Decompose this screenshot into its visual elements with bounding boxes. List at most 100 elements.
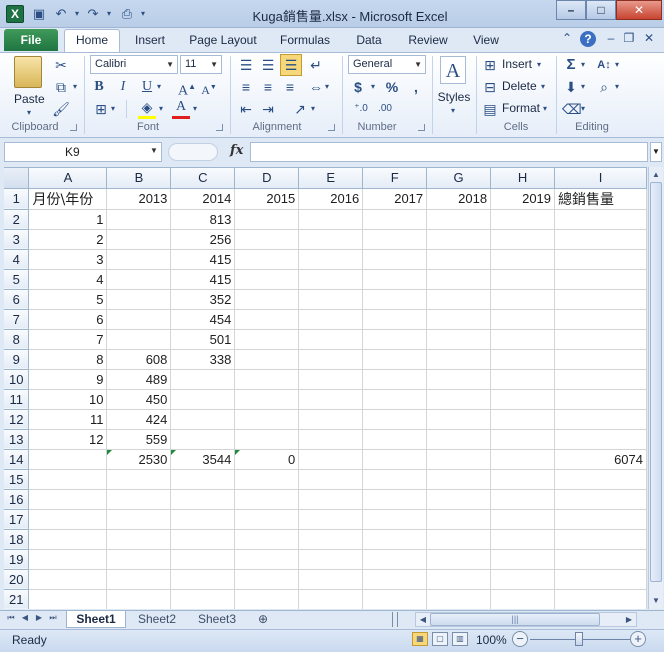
orientation-icon[interactable]: ↗ (290, 100, 310, 118)
cell[interactable] (298, 489, 364, 510)
delete-dropdown-icon[interactable]: ▾ (538, 78, 548, 96)
cell[interactable]: 4 (28, 269, 108, 290)
cell[interactable] (490, 469, 556, 490)
cell[interactable] (554, 249, 647, 270)
zoom-out-icon[interactable]: − (512, 631, 528, 647)
cell[interactable]: 813 (170, 209, 236, 230)
increase-indent-icon[interactable]: ⇥ (258, 100, 278, 118)
row-header[interactable]: 15 (4, 469, 30, 490)
cell[interactable] (234, 549, 300, 570)
cell[interactable] (554, 429, 647, 450)
cell[interactable] (298, 529, 364, 550)
font-color-dropdown-icon[interactable]: ▾ (190, 100, 200, 118)
cell[interactable] (298, 589, 364, 609)
row-header[interactable]: 16 (4, 489, 30, 510)
cell[interactable] (234, 249, 300, 270)
cell[interactable] (170, 429, 236, 450)
find-select-icon[interactable]: ⌕ (594, 78, 614, 96)
cell[interactable] (106, 589, 172, 609)
cell[interactable] (426, 369, 492, 390)
cell[interactable] (426, 309, 492, 330)
currency-icon[interactable]: $ (350, 78, 366, 96)
cell[interactable]: 1 (28, 209, 108, 230)
sheet-tab-sheet3[interactable]: Sheet3 (188, 611, 246, 628)
insert-function-icon[interactable]: fx (230, 143, 243, 158)
cell[interactable]: 2014 (170, 188, 236, 210)
cell[interactable]: 2017 (362, 188, 428, 210)
cell[interactable] (490, 229, 556, 250)
column-header[interactable]: H (490, 168, 556, 189)
close-button[interactable]: ✕ (616, 0, 662, 20)
row-header[interactable]: 1 (4, 188, 30, 210)
row-header[interactable]: 17 (4, 509, 30, 530)
align-top-icon[interactable]: ☰ (236, 56, 256, 74)
cell[interactable] (426, 469, 492, 490)
cell[interactable] (490, 529, 556, 550)
find-select-dropdown-icon[interactable]: ▾ (612, 78, 622, 96)
cell[interactable] (426, 349, 492, 370)
paste-icon[interactable] (14, 56, 42, 88)
fill-dropdown-icon[interactable]: ▾ (578, 78, 588, 96)
cell[interactable] (426, 449, 492, 470)
formula-input[interactable] (250, 142, 648, 162)
cell[interactable] (106, 549, 172, 570)
cell[interactable] (106, 269, 172, 290)
cell[interactable] (170, 589, 236, 609)
cell[interactable] (298, 389, 364, 410)
cell[interactable] (362, 389, 428, 410)
align-middle-icon[interactable]: ☰ (258, 56, 278, 74)
cell[interactable]: 2 (28, 229, 108, 250)
increase-decimal-icon[interactable]: ⁺.0 (350, 100, 372, 118)
row-header[interactable]: 11 (4, 389, 30, 410)
scroll-up-icon[interactable]: ▲ (649, 168, 663, 182)
cell[interactable]: 3 (28, 249, 108, 270)
cell[interactable] (426, 389, 492, 410)
scroll-left-icon[interactable]: ◀ (416, 613, 430, 627)
font-size-dropdown[interactable]: 11 ▼ (180, 55, 222, 74)
cell[interactable]: 256 (170, 229, 236, 250)
column-header[interactable]: G (426, 168, 492, 189)
cell[interactable] (362, 249, 428, 270)
cell[interactable] (298, 449, 364, 470)
cell[interactable] (554, 529, 647, 550)
cell[interactable] (234, 409, 300, 430)
cell[interactable] (170, 389, 236, 410)
cell[interactable]: 12 (28, 429, 108, 450)
cell[interactable] (234, 489, 300, 510)
cell[interactable] (298, 549, 364, 570)
cell[interactable] (490, 309, 556, 330)
cell[interactable] (170, 569, 236, 590)
last-sheet-icon[interactable]: ⏭ (48, 613, 58, 623)
cell[interactable] (298, 429, 364, 450)
cell[interactable] (298, 469, 364, 490)
cell[interactable] (362, 509, 428, 530)
cell[interactable] (362, 309, 428, 330)
minimize-button[interactable]: – (556, 0, 586, 20)
cell[interactable]: 415 (170, 269, 236, 290)
row-header[interactable]: 13 (4, 429, 30, 450)
cell[interactable] (554, 409, 647, 430)
page-layout-view-icon[interactable]: ▢ (432, 632, 448, 646)
cell[interactable] (426, 529, 492, 550)
cell[interactable]: 489 (106, 369, 172, 390)
cell[interactable] (170, 469, 236, 490)
column-header[interactable]: D (234, 168, 300, 189)
maximize-button[interactable]: □ (586, 0, 616, 20)
sort-filter-dropdown-icon[interactable]: ▾ (612, 56, 622, 74)
cell[interactable]: 2016 (298, 188, 364, 210)
cell[interactable]: 6074 (554, 449, 647, 470)
cell[interactable]: 608 (106, 349, 172, 370)
cell[interactable] (362, 489, 428, 510)
insert-sheet-icon[interactable]: ⊕ (252, 611, 274, 628)
cell[interactable] (554, 389, 647, 410)
autosum-dropdown-icon[interactable]: ▾ (578, 56, 588, 74)
cell[interactable] (298, 209, 364, 230)
cell[interactable] (490, 289, 556, 310)
cell[interactable]: 3544 (170, 449, 236, 470)
cell[interactable] (234, 389, 300, 410)
cell[interactable] (234, 369, 300, 390)
font-color-icon[interactable]: A (172, 98, 190, 119)
cell[interactable] (554, 549, 647, 570)
cell[interactable] (234, 309, 300, 330)
column-header[interactable]: I (554, 168, 647, 189)
